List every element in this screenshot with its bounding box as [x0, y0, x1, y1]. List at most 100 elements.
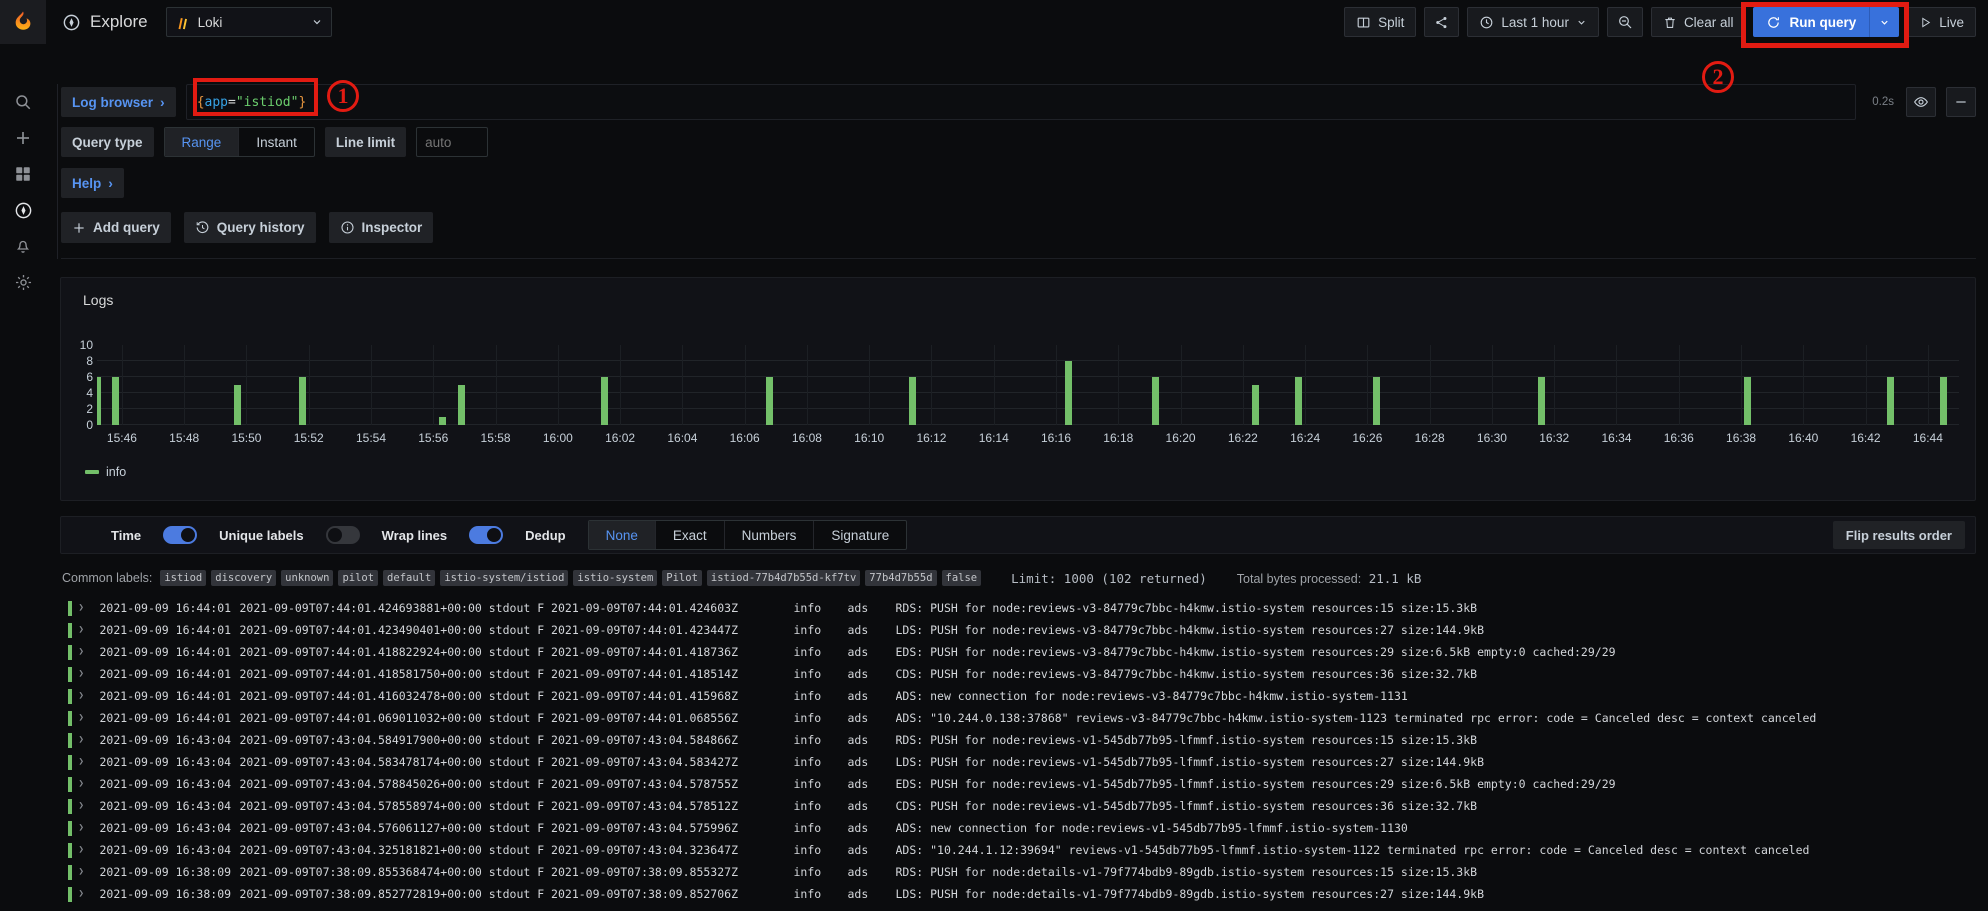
log-row[interactable]: ❯2021-09-09 16:44:012021-09-09T07:44:01.…: [60, 707, 1988, 729]
common-label-badge: istio-system: [573, 570, 657, 586]
remove-query-button[interactable]: [1946, 87, 1976, 117]
x-tick-label: 15:58: [481, 431, 511, 445]
legend-item-info[interactable]: info: [85, 465, 1959, 479]
gridline-x: [807, 345, 808, 425]
live-button[interactable]: Live: [1907, 7, 1976, 37]
trash-icon: [1663, 15, 1677, 30]
query-type-option-range[interactable]: Range: [165, 128, 240, 156]
log-logger: ads: [848, 689, 896, 703]
dashboards-grid-icon: [14, 165, 32, 183]
dedup-option-numbers[interactable]: Numbers: [725, 521, 815, 549]
log-message: CDS: PUSH for node:reviews-v3-84779c7bbc…: [896, 667, 1988, 681]
dedup-option-none[interactable]: None: [589, 521, 656, 549]
add-query-button[interactable]: Add query: [61, 212, 171, 243]
log-level-accent-bar: [68, 887, 72, 902]
expand-chevron-icon: ❯: [79, 669, 87, 679]
log-row[interactable]: ❯2021-09-09 16:38:092021-09-09T07:38:09.…: [60, 883, 1988, 905]
sidebar: [0, 0, 46, 911]
time-range-picker[interactable]: Last 1 hour: [1467, 7, 1599, 37]
split-button[interactable]: Split: [1344, 7, 1416, 37]
log-volume-bar: [909, 377, 916, 425]
log-level-accent-bar: [68, 711, 72, 726]
log-level: info: [794, 733, 848, 747]
expand-chevron-icon: ❯: [79, 867, 87, 877]
datasource-picker[interactable]: Loki: [166, 7, 332, 37]
query-type-option-instant[interactable]: Instant: [239, 128, 314, 156]
gridline-x: [931, 345, 932, 425]
log-row[interactable]: ❯2021-09-09 16:43:042021-09-09T07:43:04.…: [60, 729, 1988, 751]
grafana-logo[interactable]: [0, 0, 46, 44]
log-row[interactable]: ❯2021-09-09 16:38:092021-09-09T07:38:09.…: [60, 861, 1988, 883]
log-row[interactable]: ❯2021-09-09 16:44:012021-09-09T07:44:01.…: [60, 597, 1988, 619]
log-level-accent-bar: [68, 689, 72, 704]
toggle-query-visibility-button[interactable]: [1906, 87, 1936, 117]
flip-results-order-button[interactable]: Flip results order: [1833, 521, 1965, 549]
log-row[interactable]: ❯2021-09-09 16:44:012021-09-09T07:44:01.…: [60, 641, 1988, 663]
log-message: LDS: PUSH for node:reviews-v1-545db77b95…: [896, 755, 1988, 769]
wrap-lines-toggle[interactable]: [469, 526, 503, 544]
topbar: Explore Loki Split Last 1 hour: [46, 0, 1988, 44]
log-raw-prefix: 2021-09-09T07:44:01.069011032+00:00 stdo…: [240, 711, 794, 725]
log-row[interactable]: ❯2021-09-09 16:43:042021-09-09T07:43:04.…: [60, 773, 1988, 795]
dedup-option-signature[interactable]: Signature: [814, 521, 906, 549]
run-query-button[interactable]: Run query: [1753, 7, 1869, 37]
log-row[interactable]: ❯2021-09-09 16:43:042021-09-09T07:43:04.…: [60, 751, 1988, 773]
expand-chevron-icon: ❯: [79, 647, 87, 657]
log-logger: ads: [848, 843, 896, 857]
sidebar-item-configuration[interactable]: [0, 264, 46, 300]
inspector-button[interactable]: Inspector: [329, 212, 434, 243]
log-volume-bar: [97, 377, 101, 425]
log-row[interactable]: ❯2021-09-09 16:43:042021-09-09T07:43:04.…: [60, 817, 1988, 839]
log-rows-list: ❯ 2021-09-09 16:44:012021-09-09T07:44:01.…: [60, 597, 1988, 905]
sidebar-item-explore[interactable]: [0, 192, 46, 228]
log-timestamp: 2021-09-09 16:44:01: [100, 689, 240, 703]
log-timestamp: 2021-09-09 16:43:04: [100, 777, 240, 791]
x-tick-label: 16:04: [667, 431, 697, 445]
gridline-x: [122, 345, 123, 425]
gridline-x: [371, 345, 372, 425]
help-button[interactable]: Help ›: [61, 168, 124, 198]
logs-chart-plot[interactable]: [97, 345, 1959, 425]
log-row[interactable]: ❯2021-09-09 16:43:042021-09-09T07:43:04.…: [60, 839, 1988, 861]
unique-labels-toggle[interactable]: [326, 526, 360, 544]
share-button[interactable]: [1424, 7, 1459, 37]
log-row[interactable]: ❯2021-09-09 16:44:012021-09-09T07:44:01.…: [60, 619, 1988, 641]
expand-chevron-icon: ❯: [79, 625, 87, 635]
sidebar-item-alerting[interactable]: [0, 228, 46, 264]
clear-all-button[interactable]: Clear all: [1651, 7, 1746, 37]
log-logger: ads: [848, 711, 896, 725]
dedup-option-exact[interactable]: Exact: [656, 521, 725, 549]
query-input[interactable]: {app="istiod"}: [186, 84, 1857, 120]
gridline-x: [246, 345, 247, 425]
zoom-out-button[interactable]: [1607, 7, 1643, 37]
log-row[interactable]: ❯2021-09-09 16:44:012021-09-09T07:44:01.…: [60, 685, 1988, 707]
log-volume-bar: [234, 385, 241, 425]
gridline-x: [1118, 345, 1119, 425]
log-browser-button[interactable]: Log browser ›: [61, 87, 176, 117]
chevron-down-icon: [1576, 17, 1587, 28]
x-tick-label: 15:46: [107, 431, 137, 445]
run-query-dropdown[interactable]: [1869, 7, 1899, 37]
log-row[interactable]: ❯2021-09-09 16:44:012021-09-09T07:44:01.…: [60, 663, 1988, 685]
x-tick-label: 16:14: [979, 431, 1009, 445]
x-tick-label: 16:16: [1041, 431, 1071, 445]
sidebar-item-create[interactable]: [0, 120, 46, 156]
log-timestamp: 2021-09-09 16:43:04: [100, 799, 240, 813]
sidebar-item-search[interactable]: [0, 84, 46, 120]
log-volume-bar: [1065, 361, 1072, 425]
bell-icon: [14, 237, 32, 255]
query-history-button[interactable]: Query history: [184, 212, 316, 243]
limit-stat: Limit: 1000 (102 returned): [1011, 571, 1207, 586]
gridline-x: [1741, 345, 1742, 425]
log-logger: ads: [848, 645, 896, 659]
sidebar-item-dashboards[interactable]: [0, 156, 46, 192]
gridline-x: [496, 345, 497, 425]
log-row[interactable]: ❯2021-09-09 16:43:042021-09-09T07:43:04.…: [60, 795, 1988, 817]
x-tick-label: 16:08: [792, 431, 822, 445]
x-tick-label: 16:34: [1601, 431, 1631, 445]
time-toggle[interactable]: [163, 526, 197, 544]
line-limit-input[interactable]: [416, 127, 488, 157]
plus-icon: [72, 221, 86, 235]
gear-icon: [14, 273, 33, 292]
log-timestamp: 2021-09-09 16:43:04: [100, 821, 240, 835]
